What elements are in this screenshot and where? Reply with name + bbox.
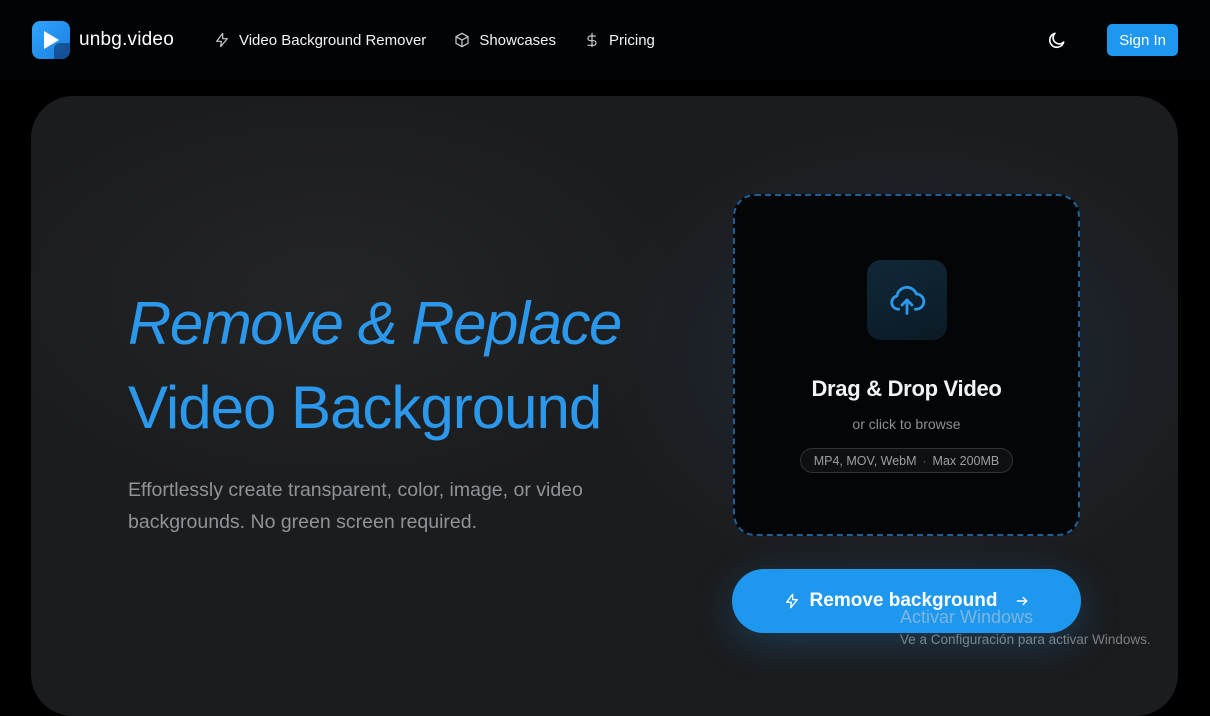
hero-headline-line2: Video Background (128, 374, 602, 441)
formats-text: MP4, MOV, WebM (813, 453, 917, 468)
nav-item-label: Showcases (479, 31, 557, 49)
supported-formats-badge: MP4, MOV, WebM · Max 200MB (799, 448, 1014, 473)
theme-toggle-button[interactable] (1039, 22, 1075, 58)
arrow-right-icon (1015, 594, 1029, 608)
nav-item-pricing[interactable]: Pricing (584, 32, 655, 49)
max-size-text: Max 200MB (932, 453, 1000, 468)
nav-item-video-background-remover[interactable]: Video Background Remover (214, 32, 426, 49)
navbar: unbg.video Video Background Remover Show… (0, 0, 1210, 80)
moon-icon (1049, 32, 1065, 49)
dollar-icon (584, 32, 600, 48)
cube-icon (454, 32, 470, 48)
sign-in-button[interactable]: Sign In (1107, 24, 1178, 56)
play-logo-icon (32, 21, 70, 59)
formats-separator: · (922, 453, 927, 468)
cloud-upload-icon (866, 260, 947, 340)
brand[interactable]: unbg.video (32, 21, 174, 59)
lightning-icon (784, 593, 800, 609)
hero-subtitle: Effortlessly create transparent, color, … (128, 479, 583, 533)
hero-headline-line1: Remove & Replace (128, 290, 622, 357)
lightning-icon (214, 32, 230, 48)
brand-name: unbg.video (79, 29, 174, 50)
dropzone-hint: or click to browse (852, 416, 961, 432)
dropzone-title: Drag & Drop Video (811, 376, 1002, 401)
remove-background-label: Remove background (809, 590, 998, 611)
nav-right: Sign In (1039, 22, 1178, 58)
hero-text: Remove & Replace Video Background Effort… (128, 286, 728, 538)
main-nav: Video Background Remover Showcases Prici… (214, 32, 655, 49)
nav-item-showcases[interactable]: Showcases (454, 32, 556, 49)
nav-item-label: Video Background Remover (238, 31, 427, 49)
remove-background-button[interactable]: Remove background (732, 569, 1081, 633)
hero-section: Remove & Replace Video Background Effort… (31, 96, 1178, 716)
video-dropzone[interactable]: Drag & Drop Video or click to browse MP4… (733, 194, 1080, 536)
nav-item-label: Pricing (609, 31, 655, 49)
